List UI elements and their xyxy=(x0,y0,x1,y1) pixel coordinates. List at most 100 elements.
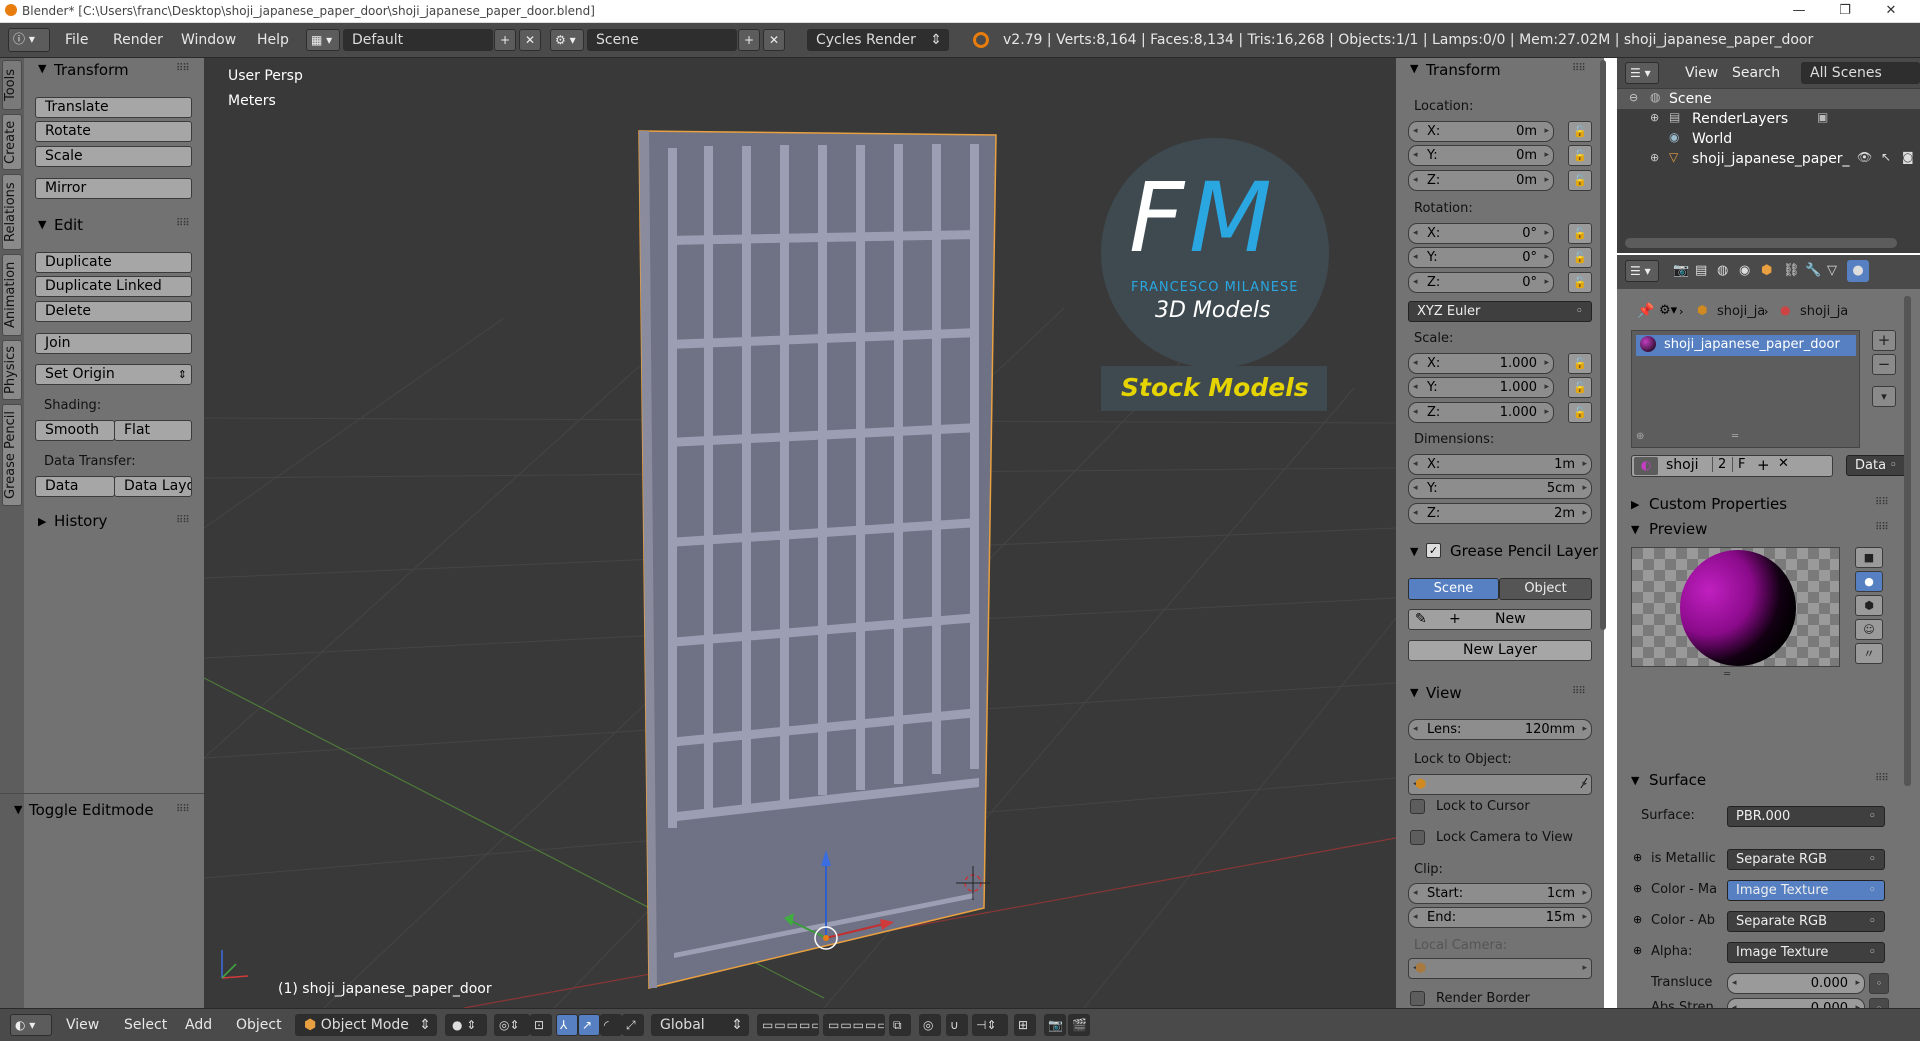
panel-collapse-icon[interactable]: ▼ xyxy=(1410,62,1418,75)
drag-grip-icon[interactable]: ⠿⠿ xyxy=(176,515,190,526)
object-mode-dropdown[interactable]: ⬢ Object Mode ⇕ xyxy=(295,1014,437,1036)
lock-icon[interactable]: 🔓 xyxy=(1568,170,1592,191)
tab-create[interactable]: Create xyxy=(2,114,22,170)
tab-animation[interactable]: Animation xyxy=(2,254,22,336)
local-camera-field[interactable]: ⬢ xyxy=(1408,958,1592,979)
scene-tab-icon[interactable]: ◍ xyxy=(1717,263,1728,278)
duplicate-button[interactable]: Duplicate xyxy=(35,252,192,273)
panel-expand-icon[interactable]: ▶ xyxy=(38,515,46,528)
properties-scrollbar[interactable] xyxy=(1600,60,1606,630)
panel-collapse-icon[interactable]: ▼ xyxy=(14,803,22,816)
scale-manipulator-icon[interactable]: ⤢ xyxy=(622,1014,644,1036)
proportional-edit-icon[interactable]: ◎ xyxy=(919,1014,941,1036)
render-engine-dropdown[interactable]: Cycles Render ⇕ xyxy=(807,29,949,51)
panel-collapse-icon[interactable]: ▼ xyxy=(1631,774,1639,787)
link-socket-button[interactable]: ◦ xyxy=(1869,973,1889,994)
panel-collapse-icon[interactable]: ▼ xyxy=(38,62,46,75)
3d-viewport[interactable]: User Persp Meters (1) shoji_japanese_pap… xyxy=(204,58,1396,1008)
preview-cube-icon[interactable]: ⬢ xyxy=(1855,595,1883,616)
rotation-mode-dropdown[interactable]: XYZ Euler xyxy=(1408,301,1592,322)
link-socket-icon[interactable]: ⊕ xyxy=(1633,851,1642,864)
new-material-icon[interactable]: + xyxy=(1757,456,1770,474)
panel-collapse-icon[interactable]: ▼ xyxy=(1410,686,1418,699)
drag-grip-icon[interactable]: ⠿⠿ xyxy=(1875,497,1889,508)
add-scene-icon[interactable]: + xyxy=(738,29,760,51)
mirror-button[interactable]: Mirror xyxy=(35,178,192,199)
menu-render[interactable]: Render xyxy=(113,32,163,48)
list-resize-grip[interactable]: ═ xyxy=(1732,431,1738,442)
slot-specials-icon[interactable]: ▾ xyxy=(1872,386,1896,407)
outliner-view-menu[interactable]: View xyxy=(1685,65,1718,81)
eye-icon[interactable]: 👁 xyxy=(1857,150,1872,164)
dimension-z-field[interactable]: Z: 2m xyxy=(1408,503,1592,524)
camera-render-icon[interactable]: ◙ xyxy=(1902,150,1914,164)
clip-start-field[interactable]: Start: 1cm xyxy=(1408,883,1592,904)
viewport-shading-dropdown[interactable]: ● ⇕ xyxy=(445,1014,487,1036)
outliner-editor-type-button[interactable]: ☰ ▾ xyxy=(1625,62,1659,84)
lock-icon[interactable]: 🔓 xyxy=(1568,121,1592,142)
scale-z-field[interactable]: Z: 1.000 xyxy=(1408,402,1554,423)
translucence-field[interactable]: 0.000 xyxy=(1727,973,1865,994)
duplicate-linked-button[interactable]: Duplicate Linked xyxy=(35,276,192,297)
lock-icon[interactable]: 🔓 xyxy=(1568,353,1592,374)
shoji-door-model[interactable] xyxy=(638,130,997,989)
properties-editor-type-button[interactable]: ☰ ▾ xyxy=(1625,260,1659,282)
modifiers-tab-icon[interactable]: 🔧 xyxy=(1805,263,1821,278)
tab-physics[interactable]: Physics xyxy=(2,340,22,400)
rotation-z-field[interactable]: Z: 0° xyxy=(1408,272,1554,293)
pivot-point-dropdown[interactable]: ◎⇕ xyxy=(494,1014,530,1036)
gp-scene-toggle[interactable]: Scene xyxy=(1408,578,1499,600)
material-browse-icon[interactable]: ◐ xyxy=(1634,457,1658,475)
input-alpha-dropdown[interactable]: Image Texture xyxy=(1727,942,1885,963)
preview-sphere-icon[interactable]: ● xyxy=(1855,571,1883,592)
remove-layout-icon[interactable]: ✕ xyxy=(519,29,541,51)
outliner-row-object[interactable]: ⊕ ▽ shoji_japanese_paper_ 👁 ↖ ◙ xyxy=(1617,149,1920,169)
input-metallic-dropdown[interactable]: Separate RGB xyxy=(1727,849,1885,870)
tab-tools[interactable]: Tools xyxy=(2,60,22,110)
lock-icon[interactable]: 🔓 xyxy=(1568,247,1592,268)
gp-new-layer-button[interactable]: New Layer xyxy=(1408,640,1592,661)
snap-target-icon[interactable]: ⊞ xyxy=(1014,1014,1036,1036)
menu-view[interactable]: View xyxy=(66,1017,99,1033)
menu-object[interactable]: Object xyxy=(236,1017,282,1033)
lock-icon[interactable]: 🔓 xyxy=(1568,145,1592,166)
scene-name-field[interactable]: Scene xyxy=(587,29,737,51)
menu-file[interactable]: File xyxy=(65,32,88,48)
minimize-button[interactable]: — xyxy=(1776,0,1822,23)
data-layout-button[interactable]: Data Layo xyxy=(114,476,192,497)
smooth-button[interactable]: Smooth xyxy=(35,420,115,441)
translate-manipulator-icon[interactable]: ↗ xyxy=(578,1014,600,1036)
link-socket-icon[interactable]: ⊕ xyxy=(1633,882,1642,895)
opengl-render-icon[interactable]: 📷 xyxy=(1044,1014,1066,1036)
transform-orientation-dropdown[interactable]: Global ⇕ xyxy=(651,1014,749,1036)
render-layers-tab-icon[interactable]: ▤ xyxy=(1695,263,1707,278)
history-panel-title[interactable]: History xyxy=(54,512,107,530)
drag-grip-icon[interactable]: ⠿⠿ xyxy=(1572,686,1586,697)
scale-y-field[interactable]: Y: 1.000 xyxy=(1408,377,1554,398)
pin-icon[interactable]: 📌 xyxy=(1637,303,1654,319)
expand-icon[interactable]: ⊕ xyxy=(1650,111,1659,124)
expand-icon[interactable]: ⊕ xyxy=(1650,151,1659,164)
layer-lock-icon[interactable]: ⧉ xyxy=(889,1014,911,1036)
drag-grip-icon[interactable]: ⠿⠿ xyxy=(1875,522,1889,533)
maximize-button[interactable]: ❐ xyxy=(1822,0,1868,23)
link-socket-icon[interactable]: ⊕ xyxy=(1633,944,1642,957)
preview-hair-icon[interactable]: 〃 xyxy=(1855,643,1883,664)
outliner-display-mode[interactable]: All Scenes xyxy=(1801,62,1920,84)
clip-end-field[interactable]: End: 15m xyxy=(1408,907,1592,928)
menu-select[interactable]: Select xyxy=(124,1017,167,1033)
material-name-short[interactable]: shoji xyxy=(1666,457,1699,473)
material-scrollbar[interactable] xyxy=(1904,296,1911,786)
outliner-row-scene[interactable]: ⊖ ◍ Scene xyxy=(1617,89,1920,109)
add-material-slot-icon[interactable]: + xyxy=(1872,330,1896,351)
grease-pencil-enable-checkbox[interactable]: ✓ xyxy=(1426,543,1441,558)
collapse-icon[interactable]: ⊖ xyxy=(1629,91,1638,104)
material-link-dropdown[interactable]: Data xyxy=(1846,455,1906,476)
render-tab-icon[interactable]: 📷 xyxy=(1673,263,1689,278)
layout-selector[interactable]: ▦ ▾ xyxy=(306,29,340,51)
lock-icon[interactable]: 🔓 xyxy=(1568,377,1592,398)
eyedropper-icon[interactable]: ⁄ xyxy=(1583,775,1585,794)
layout-name-field[interactable]: Default xyxy=(343,29,493,51)
input-color-ma-dropdown[interactable]: Image Texture xyxy=(1727,880,1885,901)
fake-user-toggle[interactable]: F xyxy=(1732,457,1745,472)
